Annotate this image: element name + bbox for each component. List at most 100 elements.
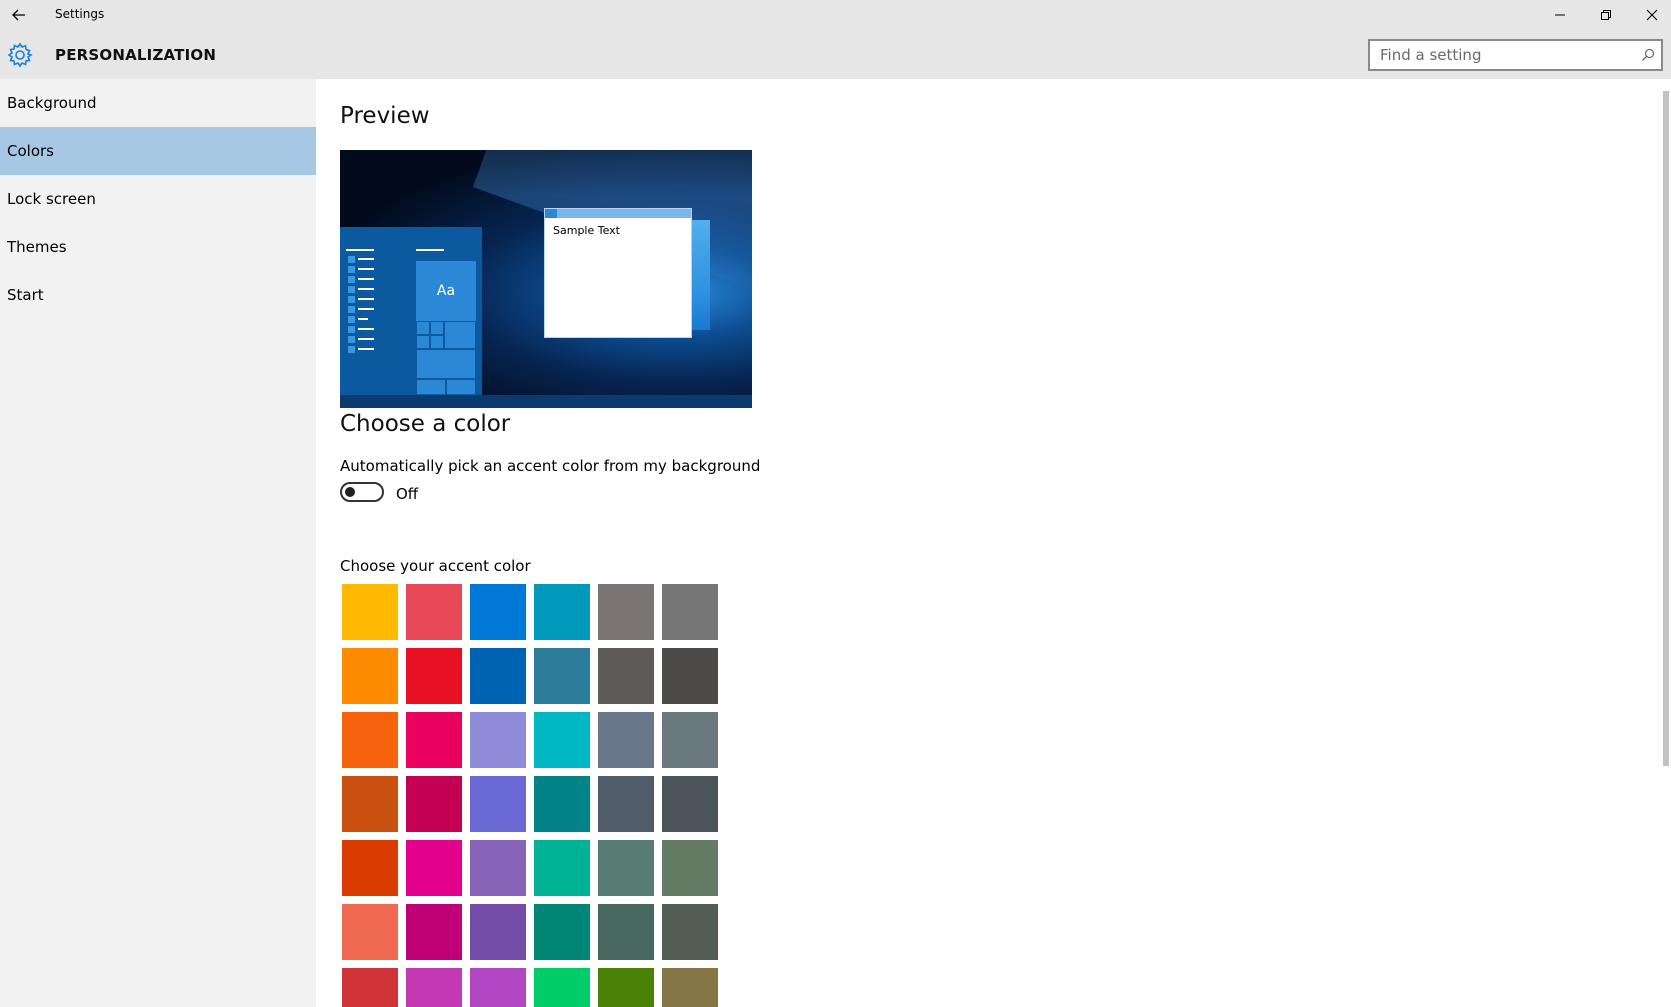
accent-color-swatch[interactable] — [532, 646, 592, 706]
preview-start-tile: Aa — [436, 283, 456, 299]
accent-color-swatch[interactable] — [596, 582, 656, 642]
accent-color-swatch[interactable] — [532, 966, 592, 1007]
preview-menu-line — [358, 258, 374, 260]
restore-icon — [1601, 10, 1611, 20]
accent-color-swatch[interactable] — [468, 902, 528, 962]
accent-color-swatch[interactable] — [468, 710, 528, 770]
vertical-scrollbar[interactable] — [1663, 91, 1669, 766]
preview-menu-square — [348, 336, 355, 343]
accent-color-swatch[interactable] — [468, 838, 528, 898]
preview-menu-square — [348, 286, 355, 293]
accent-color-swatch[interactable] — [596, 646, 656, 706]
sidebar-item-label: Background — [7, 94, 97, 112]
accent-color-swatch[interactable] — [660, 774, 720, 834]
title-bar: Settings — [0, 0, 1671, 30]
accent-color-swatch[interactable] — [340, 710, 400, 770]
restore-button[interactable] — [1583, 0, 1629, 30]
accent-color-swatch[interactable] — [468, 646, 528, 706]
accent-color-swatch[interactable] — [468, 774, 528, 834]
auto-accent-toggle[interactable] — [340, 482, 384, 502]
search-icon — [1642, 48, 1655, 61]
accent-color-grid — [340, 582, 724, 1007]
accent-color-swatch[interactable] — [340, 582, 400, 642]
accent-color-swatch[interactable] — [340, 774, 400, 834]
accent-color-swatch[interactable] — [404, 710, 464, 770]
preview-heading: Preview — [340, 103, 430, 129]
accent-color-swatch[interactable] — [340, 838, 400, 898]
preview-wide-tile — [416, 349, 476, 379]
main-content: Preview Aa Sample Text Choose a color Au… — [316, 79, 1671, 1007]
preview-tile-header-line — [416, 249, 444, 251]
accent-color-swatch[interactable] — [404, 646, 464, 706]
preview-menu-square — [348, 296, 355, 303]
accent-color-swatch[interactable] — [404, 966, 464, 1007]
search-input[interactable] — [1370, 41, 1661, 69]
back-arrow-icon — [12, 9, 25, 21]
preview-medium-tile — [444, 321, 476, 349]
accent-color-swatch[interactable] — [404, 838, 464, 898]
preview-menu-line — [358, 268, 374, 270]
accent-color-swatch[interactable] — [596, 966, 656, 1007]
accent-color-swatch[interactable] — [532, 582, 592, 642]
accent-color-swatch[interactable] — [468, 966, 528, 1007]
auto-accent-label: Automatically pick an accent color from … — [340, 457, 761, 475]
settings-header: PERSONALIZATION — [0, 30, 1671, 79]
back-button[interactable] — [0, 0, 38, 30]
accent-color-swatch[interactable] — [596, 710, 656, 770]
accent-color-swatch[interactable] — [404, 774, 464, 834]
sidebar-nav: Background Colors Lock screen Themes Sta… — [0, 79, 316, 1007]
sidebar-item-colors[interactable]: Colors — [0, 127, 316, 175]
accent-color-swatch[interactable] — [660, 902, 720, 962]
accent-color-swatch[interactable] — [596, 838, 656, 898]
preview-menu-square — [348, 276, 355, 283]
sidebar-item-start[interactable]: Start — [0, 271, 316, 319]
accent-color-swatch[interactable] — [596, 774, 656, 834]
window-title: Settings — [55, 7, 105, 21]
accent-color-swatch[interactable] — [660, 646, 720, 706]
close-button[interactable] — [1629, 0, 1671, 30]
preview-taskbar — [340, 395, 752, 408]
accent-color-swatch[interactable] — [660, 582, 720, 642]
accent-color-swatch[interactable] — [532, 710, 592, 770]
accent-color-swatch[interactable] — [404, 902, 464, 962]
accent-color-swatch[interactable] — [532, 774, 592, 834]
preview-window-accent — [545, 209, 557, 218]
accent-color-swatch[interactable] — [660, 838, 720, 898]
preview-small-tile — [446, 379, 476, 395]
sidebar-item-background[interactable]: Background — [0, 79, 316, 127]
preview-menu-line — [358, 278, 374, 280]
search-box[interactable] — [1368, 39, 1663, 71]
theme-preview: Aa Sample Text — [340, 150, 752, 408]
preview-menu-line — [358, 308, 374, 310]
sidebar-item-lock-screen[interactable]: Lock screen — [0, 175, 316, 223]
close-icon — [1646, 9, 1658, 21]
sidebar-item-label: Colors — [7, 142, 54, 160]
preview-menu-line — [358, 288, 374, 290]
preview-window-titlebar — [545, 209, 691, 218]
accent-color-swatch[interactable] — [660, 966, 720, 1007]
preview-sample-text: Sample Text — [553, 224, 620, 237]
preview-menu-line — [358, 348, 374, 350]
preview-menu-line — [358, 328, 374, 330]
minimize-button[interactable] — [1537, 0, 1583, 30]
preview-menu-square — [348, 266, 355, 273]
accent-color-swatch[interactable] — [596, 902, 656, 962]
minimize-icon — [1555, 14, 1565, 16]
preview-menu-square — [348, 346, 355, 353]
accent-color-swatch[interactable] — [340, 902, 400, 962]
preview-menu-line — [358, 298, 374, 300]
sidebar-item-themes[interactable]: Themes — [0, 223, 316, 271]
preview-window: Sample Text — [544, 208, 692, 338]
accent-color-swatch[interactable] — [532, 902, 592, 962]
accent-color-swatch[interactable] — [340, 646, 400, 706]
sidebar-item-label: Themes — [7, 238, 67, 256]
accent-color-swatch[interactable] — [468, 582, 528, 642]
preview-menu-line — [358, 338, 374, 340]
accent-color-swatch[interactable] — [660, 710, 720, 770]
accent-color-swatch[interactable] — [532, 838, 592, 898]
preview-small-tile — [416, 335, 430, 349]
accent-color-swatch[interactable] — [340, 966, 400, 1007]
sidebar-item-label: Lock screen — [7, 190, 96, 208]
accent-color-label: Choose your accent color — [340, 557, 531, 575]
accent-color-swatch[interactable] — [404, 582, 464, 642]
